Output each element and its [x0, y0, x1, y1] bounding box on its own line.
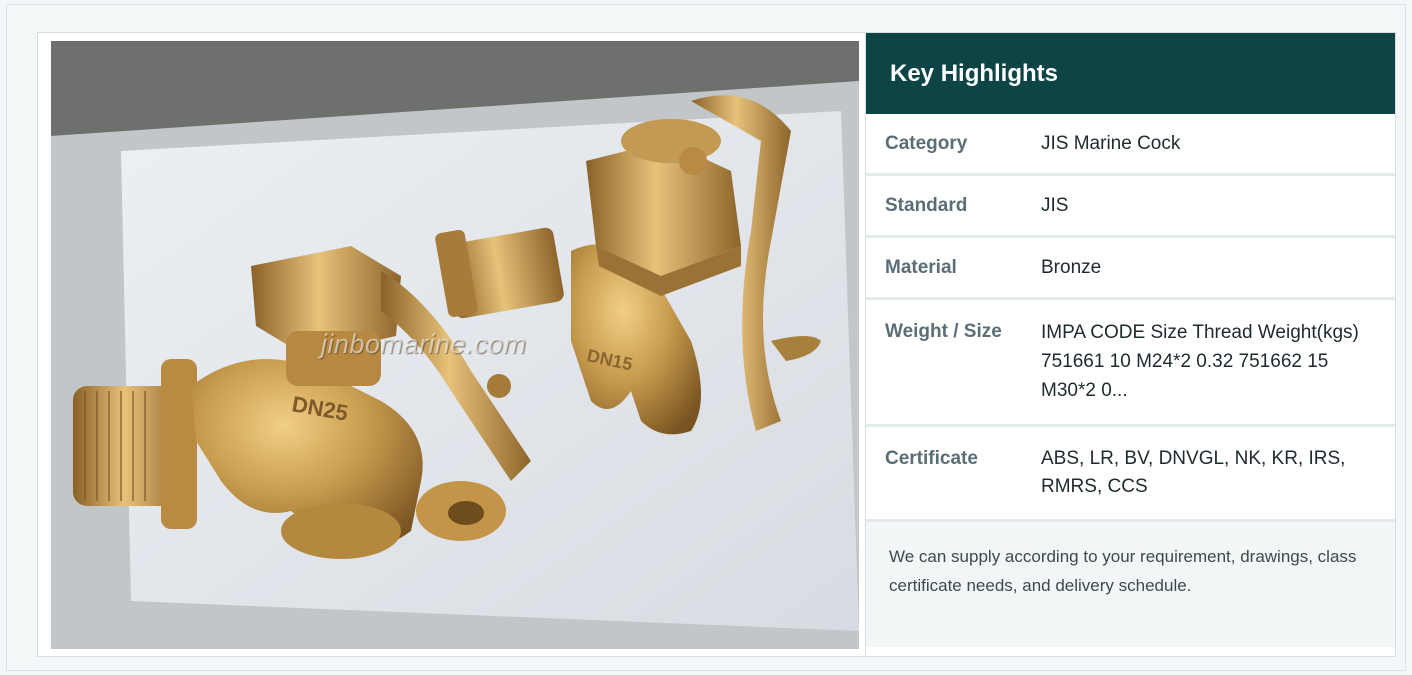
panel-title: Key Highlights	[866, 33, 1395, 114]
highlight-row-material: Material Bronze	[866, 238, 1395, 300]
supply-note: We can supply according to your requirem…	[866, 522, 1395, 647]
highlight-row-certificate: Certificate ABS, LR, BV, DNVGL, NK, KR, …	[866, 427, 1395, 522]
row-value: JIS Marine Cock	[1041, 132, 1181, 154]
product-photo[interactable]: DN25 DN15 jinbomarine.com	[51, 41, 859, 649]
page-frame: DN25 DN15 jinbomarine.com Key Highlights…	[6, 4, 1406, 671]
row-value: ABS, LR, BV, DNVGL, NK, KR, IRS, RMRS, C…	[1041, 448, 1346, 497]
row-label: Certificate	[885, 448, 978, 469]
row-value: Bronze	[1041, 256, 1102, 278]
row-label: Standard	[885, 194, 968, 216]
row-value: JIS	[1041, 194, 1069, 216]
row-label: Category	[885, 132, 968, 154]
highlight-row-weight-size: Weight / Size IMPA CODE Size Thread Weig…	[866, 300, 1395, 427]
row-value: IMPA CODE Size Thread Weight(kgs) 751661…	[1041, 322, 1359, 401]
key-highlights-panel: Key Highlights Category JIS Marine Cock …	[866, 33, 1395, 656]
row-label: Weight / Size	[885, 321, 1002, 342]
highlight-row-category: Category JIS Marine Cock	[866, 114, 1395, 176]
product-card: DN25 DN15 jinbomarine.com Key Highlights…	[37, 32, 1396, 657]
row-label: Material	[885, 256, 957, 278]
highlight-row-standard: Standard JIS	[866, 176, 1395, 238]
watermark-text: jinbomarine.com	[321, 329, 527, 359]
